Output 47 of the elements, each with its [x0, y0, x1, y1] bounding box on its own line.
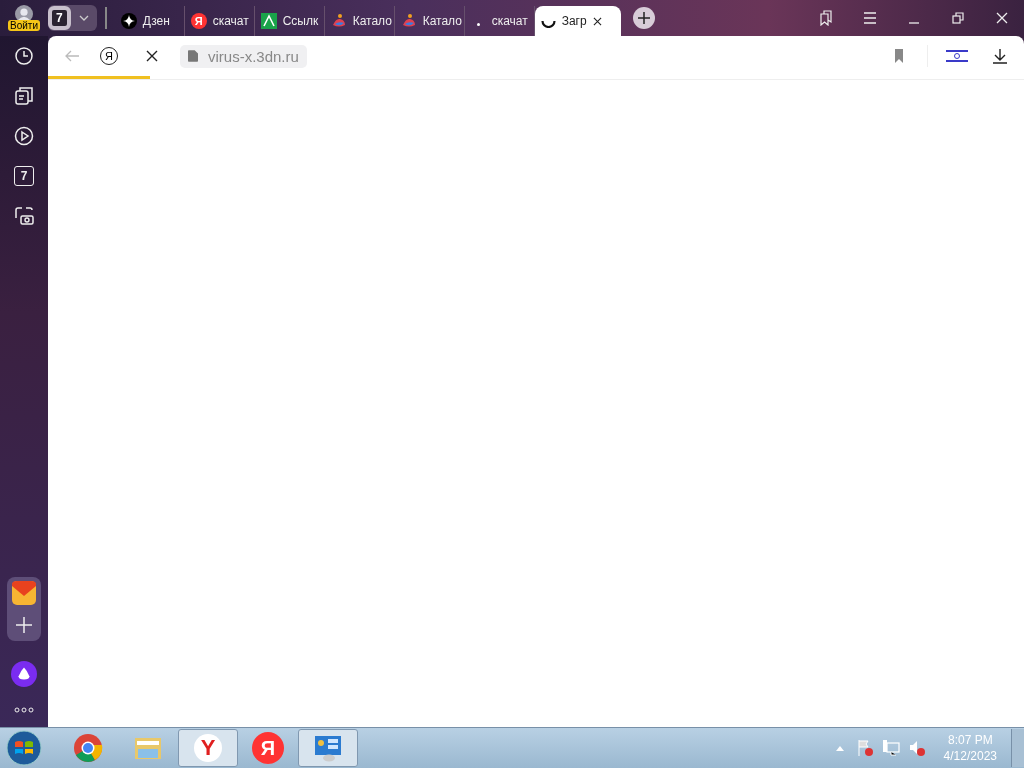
play-icon[interactable] [14, 126, 34, 146]
colorful-logo-icon [330, 13, 347, 29]
clock-icon[interactable] [14, 46, 34, 66]
chevron-down-icon[interactable] [78, 15, 89, 21]
tab-title: Катало [422, 14, 462, 28]
browser-logo-icon: Y [194, 734, 222, 762]
taskbar-app[interactable]: Я [238, 729, 298, 767]
tab-title: Дзен [142, 14, 170, 28]
start-button[interactable] [6, 730, 42, 766]
tab-count[interactable]: 7 [48, 6, 71, 30]
tab-title: Загр [561, 14, 587, 28]
assistant-icon[interactable] [11, 661, 37, 687]
add-icon[interactable] [14, 615, 34, 635]
chrome-logo-icon [73, 733, 103, 763]
yandex-logo-icon: Я [252, 732, 284, 764]
mail-icon[interactable] [12, 581, 36, 605]
speaker-muted-icon[interactable] [907, 739, 926, 757]
close-icon[interactable] [592, 16, 602, 26]
browser-tab[interactable]: Загр [534, 6, 621, 36]
menu-icon[interactable] [862, 10, 878, 26]
login-badge[interactable]: Войти [8, 20, 40, 31]
taskbar-app[interactable] [298, 729, 358, 767]
colorful-logo-icon [400, 13, 417, 29]
flag-icon[interactable] [946, 49, 968, 63]
calendar-icon[interactable]: 7 [14, 166, 34, 186]
download-icon[interactable] [992, 48, 1008, 64]
close-window-icon[interactable] [994, 10, 1010, 26]
control-panel-icon [313, 733, 343, 763]
camera-icon[interactable] [14, 206, 34, 226]
restore-icon[interactable] [950, 10, 966, 26]
letter-tile-icon [260, 13, 277, 29]
bookmarks-icon[interactable] [818, 10, 834, 26]
yandex-logo-icon: Я [190, 13, 207, 29]
dot-icon [476, 22, 480, 26]
loading-spinner-icon [540, 19, 556, 29]
cards-icon[interactable] [14, 86, 34, 106]
tab-title: Ссылк [282, 14, 319, 28]
more-icon[interactable] [14, 707, 34, 713]
taskbar-app[interactable]: Y [178, 729, 238, 767]
flag-error-icon[interactable] [855, 739, 874, 757]
page-icon [188, 50, 198, 62]
tab-title: скачат [212, 14, 249, 28]
sparkle-icon [120, 13, 137, 29]
tab-title: Катало [352, 14, 392, 28]
new-tab-icon[interactable] [632, 7, 655, 29]
tab-title: скачат [491, 14, 528, 28]
stop-icon[interactable] [144, 48, 160, 64]
